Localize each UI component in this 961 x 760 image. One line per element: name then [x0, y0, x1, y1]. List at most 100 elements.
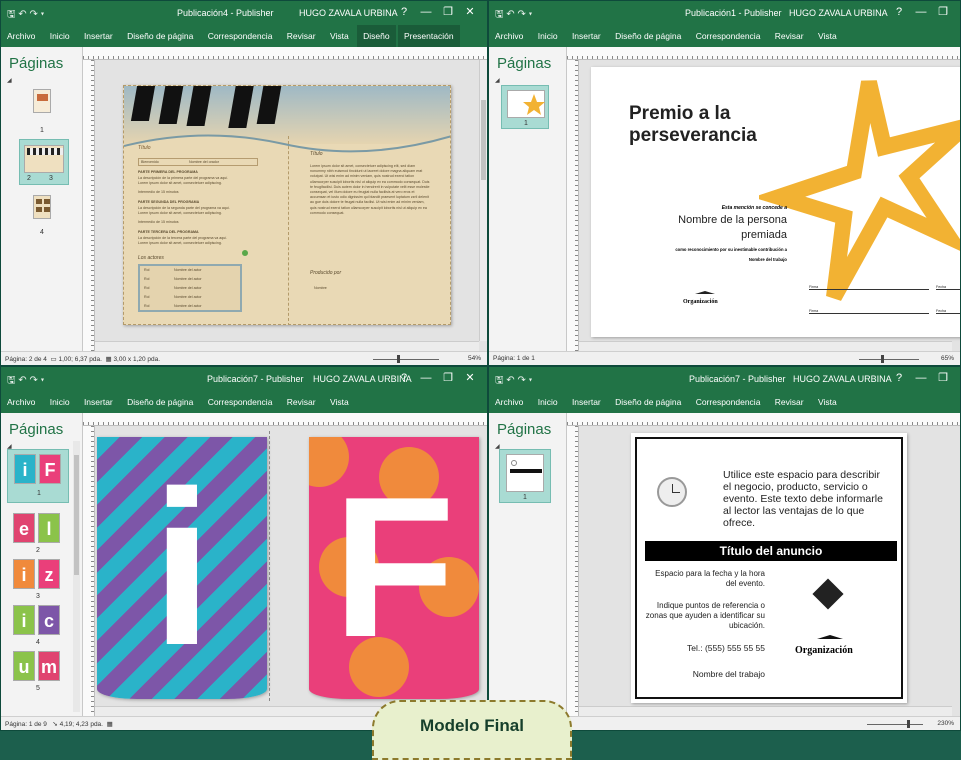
- collapse-arrow-icon[interactable]: ◢: [495, 77, 500, 84]
- mention-text[interactable]: Esta mención se concede a: [631, 205, 787, 211]
- tab-archivo[interactable]: Archivo: [489, 25, 529, 47]
- tab-vista[interactable]: Vista: [812, 391, 843, 413]
- tab-diseno-pagina[interactable]: Diseño de página: [609, 391, 687, 413]
- quick-access-toolbar[interactable]: 🖫 ↶ ↷ ▾: [495, 7, 532, 24]
- phone-text[interactable]: Tel.: (555) 555 55 55: [645, 643, 765, 653]
- page-thumbnail-1[interactable]: [33, 89, 51, 113]
- tab-diseno[interactable]: Diseño: [357, 25, 396, 47]
- tab-archivo[interactable]: Archivo: [1, 25, 41, 47]
- window-controls[interactable]: ? — ❐: [888, 371, 954, 384]
- tab-correspondencia[interactable]: Correspondencia: [690, 391, 767, 413]
- page-thumbnail-5b[interactable]: m: [38, 651, 60, 681]
- banner-page-f[interactable]: F: [309, 437, 479, 699]
- tab-diseno-pagina[interactable]: Diseño de página: [121, 25, 199, 47]
- flyer-page[interactable]: Utilice este espacio para describir el n…: [631, 433, 907, 703]
- selected-thumbnail[interactable]: 2 3: [19, 139, 69, 185]
- quick-access-toolbar[interactable]: 🖫 ↶ ↷ ▾: [7, 7, 44, 24]
- selected-thumbnail[interactable]: 1: [501, 85, 549, 129]
- user-name[interactable]: HUGO ZAVALA URBINA: [793, 374, 892, 384]
- tab-presentacion[interactable]: Presentación: [397, 25, 460, 47]
- banner-letter-i[interactable]: i: [97, 437, 267, 699]
- zoom-slider[interactable]: [867, 724, 923, 725]
- certificate-page[interactable]: Premio a la perseverancia Esta mención s…: [591, 67, 960, 337]
- description-text[interactable]: Utilice este espacio para describir el n…: [723, 469, 891, 529]
- zoom-slider[interactable]: [373, 359, 439, 360]
- horizontal-ruler[interactable]: [567, 413, 960, 426]
- location-text[interactable]: Indique puntos de referencia o zonas que…: [645, 601, 765, 631]
- vertical-ruler[interactable]: [83, 60, 95, 351]
- window-controls[interactable]: ? — ❐: [888, 5, 954, 18]
- tab-archivo[interactable]: Archivo: [1, 391, 41, 413]
- tab-insertar[interactable]: Insertar: [566, 391, 607, 413]
- work-name[interactable]: Nombre del trabajo: [631, 257, 787, 262]
- page-status[interactable]: Página: 1 de 1: [493, 355, 535, 362]
- tab-insertar[interactable]: Insertar: [566, 25, 607, 47]
- window-controls[interactable]: ? — ❐ ✕: [393, 371, 481, 384]
- page-thumbnail-2a[interactable]: e: [13, 513, 35, 543]
- zoom-level[interactable]: 65%: [941, 355, 954, 362]
- zoom-level[interactable]: 54%: [468, 355, 481, 362]
- date-time-text[interactable]: Espacio para la fecha y la hora del even…: [645, 569, 765, 589]
- tab-vista[interactable]: Vista: [324, 25, 355, 47]
- selected-thumbnail[interactable]: 1: [499, 449, 551, 503]
- window-controls[interactable]: ? — ❐ ✕: [393, 5, 481, 18]
- user-name[interactable]: HUGO ZAVALA URBINA: [789, 8, 888, 18]
- tab-correspondencia[interactable]: Correspondencia: [202, 25, 279, 47]
- vertical-ruler[interactable]: [567, 426, 579, 716]
- vertical-scrollbar[interactable]: [479, 60, 487, 341]
- horizontal-ruler[interactable]: [567, 47, 960, 60]
- collapse-arrow-icon[interactable]: ◢: [7, 77, 12, 84]
- right-title[interactable]: Título: [310, 152, 323, 157]
- zoom-slider-knob[interactable]: [397, 355, 400, 363]
- page-thumbnail-2b[interactable]: l: [38, 513, 60, 543]
- tab-revisar[interactable]: Revisar: [281, 391, 322, 413]
- tab-revisar[interactable]: Revisar: [769, 25, 810, 47]
- horizontal-scrollbar[interactable]: [95, 341, 479, 351]
- horizontal-scrollbar[interactable]: [579, 341, 952, 351]
- vertical-ruler[interactable]: [83, 426, 95, 716]
- page-status[interactable]: Página: 2 de 4 ▭ 1,00; 6,37 pda. ▦ 3,00 …: [5, 355, 160, 363]
- organization-name[interactable]: Organización: [683, 299, 718, 305]
- tab-vista[interactable]: Vista: [812, 25, 843, 47]
- tab-insertar[interactable]: Insertar: [78, 25, 119, 47]
- user-name[interactable]: HUGO ZAVALA URBINA: [299, 8, 398, 18]
- program-spread[interactable]: Título Bienvenido Nombre del orador PART…: [123, 85, 451, 325]
- left-title[interactable]: Título: [138, 146, 151, 151]
- page-thumbnail-4b[interactable]: c: [38, 605, 60, 635]
- recognition-text[interactable]: como reconocimiento por su inestimable c…: [611, 247, 787, 252]
- tab-inicio[interactable]: Inicio: [532, 391, 564, 413]
- star-graphic[interactable]: [759, 67, 960, 317]
- page-thumbnail-4a[interactable]: i: [13, 605, 35, 635]
- banner-letter-f[interactable]: F: [309, 437, 479, 699]
- vertical-ruler[interactable]: [567, 60, 579, 351]
- tab-diseno-pagina[interactable]: Diseño de página: [609, 25, 687, 47]
- tab-diseno-pagina[interactable]: Diseño de página: [121, 391, 199, 413]
- tab-vista[interactable]: Vista: [324, 391, 355, 413]
- tab-revisar[interactable]: Revisar: [281, 25, 322, 47]
- organization-name[interactable]: Organización: [795, 645, 853, 656]
- banner-page-i[interactable]: i: [97, 437, 267, 699]
- quick-access-toolbar[interactable]: 🖫 ↶ ↷ ▾: [7, 373, 44, 390]
- tab-inicio[interactable]: Inicio: [44, 391, 76, 413]
- zoom-level[interactable]: 230%: [937, 720, 954, 727]
- pane-scrollbar[interactable]: [73, 441, 80, 712]
- page-thumbnail-5a[interactable]: u: [13, 651, 35, 681]
- zoom-slider-knob[interactable]: [907, 720, 910, 728]
- horizontal-scrollbar[interactable]: [579, 706, 952, 716]
- ad-title[interactable]: Título del anuncio: [645, 541, 897, 561]
- tab-correspondencia[interactable]: Correspondencia: [690, 25, 767, 47]
- horizontal-ruler[interactable]: [83, 47, 487, 60]
- tab-insertar[interactable]: Insertar: [78, 391, 119, 413]
- right-body-text[interactable]: Lorem ipsum dolor sit amet, consectetuer…: [310, 164, 430, 264]
- page-thumbnail-3b[interactable]: z: [38, 559, 60, 589]
- tab-inicio[interactable]: Inicio: [532, 25, 564, 47]
- actors-table[interactable]: Rol Nombre del actor Rol Nombre del acto…: [138, 264, 242, 312]
- recipient-name[interactable]: Nombre de la persona premiada: [631, 213, 787, 243]
- page-thumbnail-3a[interactable]: i: [13, 559, 35, 589]
- horizontal-ruler[interactable]: [83, 413, 487, 426]
- tab-archivo[interactable]: Archivo: [489, 391, 529, 413]
- certificate-title[interactable]: Premio a la perseverancia: [629, 103, 779, 147]
- zoom-slider[interactable]: [859, 359, 919, 360]
- quick-access-toolbar[interactable]: 🖫 ↶ ↷ ▾: [495, 373, 532, 390]
- work-name[interactable]: Nombre del trabajo: [645, 669, 765, 679]
